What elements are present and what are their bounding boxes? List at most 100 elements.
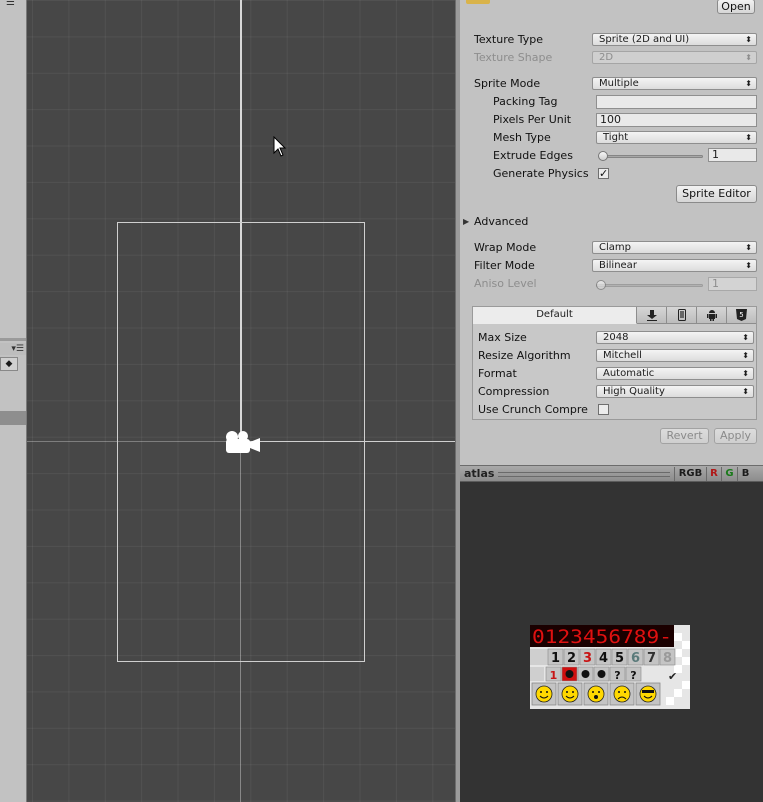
sprite-mode-dropdown[interactable]: Multiple ⬍ [592, 77, 757, 90]
atlas-symbol-glyph: ? [614, 669, 620, 682]
camera-gizmo-icon[interactable] [222, 428, 262, 456]
dropdown-arrow-icon: ⬍ [742, 333, 749, 342]
smiley-face-icon [561, 685, 579, 703]
compression-dropdown[interactable]: High Quality ⬍ [596, 385, 754, 398]
download-icon [646, 310, 657, 321]
atlas-grey-digit: 6 [631, 651, 640, 666]
channel-rgb-button[interactable]: RGB [674, 467, 706, 481]
texture-asset-icon [466, 0, 490, 4]
label-tag-icon[interactable]: ◆ [0, 357, 18, 371]
aniso-level-label: Aniso Level [474, 277, 537, 290]
max-size-value: 2048 [603, 332, 629, 343]
packing-tag-label: Packing Tag [493, 95, 558, 108]
preview-title: atlas [464, 467, 495, 480]
aniso-level-input: 1 [708, 277, 757, 291]
dropdown-arrow-icon: ⬍ [745, 261, 752, 270]
extrude-edges-label: Extrude Edges [493, 149, 573, 162]
sprite-mode-label: Sprite Mode [474, 77, 541, 90]
atlas-red-digits: 0123456789- [532, 626, 672, 648]
dropdown-arrow-icon: ⬍ [742, 369, 749, 378]
atlas-check-icon: ✔ [668, 670, 677, 683]
advanced-foldout-arrow-icon[interactable]: ▶ [463, 217, 469, 226]
smiley-face-icon [639, 685, 657, 703]
filter-mode-dropdown[interactable]: Bilinear ⬍ [592, 259, 757, 272]
wrap-mode-value: Clamp [599, 242, 631, 253]
preview-drag-grip[interactable] [498, 472, 670, 477]
resize-algorithm-value: Mitchell [603, 350, 642, 361]
eye-icon [618, 691, 620, 693]
mouth-icon [594, 695, 598, 699]
dropdown-arrow-icon: ⬍ [745, 35, 752, 44]
mine-icon [581, 670, 590, 678]
pixels-per-unit-input[interactable]: 100 [596, 113, 757, 127]
platform-settings-box: Default 5 Max Size 2048 ⬍ Resize Algorith… [472, 306, 757, 420]
atlas-grey-digit: 4 [599, 651, 608, 666]
sunglasses-icon [642, 690, 654, 693]
revert-button[interactable]: Revert [660, 428, 709, 444]
svg-text:5: 5 [739, 311, 743, 319]
android-icon [706, 310, 717, 321]
smiley-face-icon [587, 685, 605, 703]
channel-b-button[interactable]: B [737, 467, 753, 481]
max-size-label: Max Size [478, 331, 527, 344]
panel-menu-icon[interactable]: ☰ [6, 0, 20, 8]
extrude-edges-slider[interactable] [600, 155, 703, 158]
atlas-texture-image: 0123456789- 12345678 1?? ✔ [530, 625, 690, 709]
tab-android[interactable] [697, 307, 727, 324]
mine-icon [597, 670, 606, 678]
format-dropdown[interactable]: Automatic ⬍ [596, 367, 754, 380]
dropdown-arrow-icon: ⬍ [745, 133, 752, 142]
texture-type-value: Sprite (2D and UI) [599, 34, 690, 45]
preview-header[interactable]: atlas RGB R G B [460, 465, 763, 482]
packing-tag-input[interactable] [596, 95, 757, 109]
generate-physics-checkbox[interactable]: ✓ [598, 168, 609, 179]
dropdown-arrow-icon: ⬍ [742, 387, 749, 396]
channel-r-button[interactable]: R [706, 467, 721, 481]
dropdown-arrow-icon: ⬍ [742, 351, 749, 360]
extrude-edges-input[interactable]: 1 [708, 148, 757, 162]
wrap-mode-label: Wrap Mode [474, 241, 537, 254]
panel-divider[interactable] [0, 338, 26, 341]
atlas-grey-digit: 8 [663, 651, 672, 666]
atlas-grey-digit: 1 [551, 651, 560, 666]
eye-icon [540, 691, 542, 693]
pixels-per-unit-label: Pixels Per Unit [493, 113, 572, 126]
atlas-smiley-tiles [531, 682, 661, 706]
atlas-symbol-glyph: ? [630, 669, 636, 682]
texture-shape-value: 2D [599, 52, 614, 63]
selected-row[interactable] [0, 411, 26, 425]
panel-options-icon[interactable]: ▾☰ [0, 343, 26, 355]
max-size-dropdown[interactable]: 2048 ⬍ [596, 331, 754, 344]
dropdown-arrow-icon: ⬍ [745, 79, 752, 88]
open-button[interactable]: Open [717, 0, 755, 14]
channel-g-button[interactable]: G [721, 467, 737, 481]
eye-icon [566, 691, 568, 693]
texture-type-label: Texture Type [474, 33, 544, 46]
sprite-editor-button[interactable]: Sprite Editor [676, 185, 757, 203]
tab-default[interactable]: Default [473, 307, 637, 324]
eye-icon [598, 691, 600, 693]
atlas-grey-digit: 3 [583, 651, 592, 666]
tab-ios[interactable] [667, 307, 697, 324]
extrude-edges-slider-knob[interactable] [598, 151, 608, 161]
texture-preview[interactable]: 0123456789- 12345678 1?? ✔ [460, 482, 763, 802]
filter-mode-value: Bilinear [599, 260, 637, 271]
texture-type-dropdown[interactable]: Sprite (2D and UI) ⬍ [592, 33, 757, 46]
hierarchy-panel-edge: ☰ ▾☰ ◆ [0, 0, 27, 802]
tab-webgl[interactable]: 5 [727, 307, 756, 324]
eye-icon [624, 691, 626, 693]
smiley-face-icon [535, 685, 553, 703]
tab-standalone[interactable] [637, 307, 667, 324]
eye-icon [546, 691, 548, 693]
scene-view[interactable] [27, 0, 455, 802]
mobile-icon [677, 309, 686, 321]
compression-value: High Quality [603, 386, 665, 397]
resize-algorithm-dropdown[interactable]: Mitchell ⬍ [596, 349, 754, 362]
advanced-foldout-label[interactable]: Advanced [474, 215, 528, 228]
apply-button[interactable]: Apply [714, 428, 757, 444]
smiley-face-icon [613, 685, 631, 703]
mouse-cursor-icon [273, 136, 287, 157]
use-crunch-checkbox[interactable] [598, 404, 609, 415]
mesh-type-dropdown[interactable]: Tight ⬍ [596, 131, 757, 144]
wrap-mode-dropdown[interactable]: Clamp ⬍ [592, 241, 757, 254]
